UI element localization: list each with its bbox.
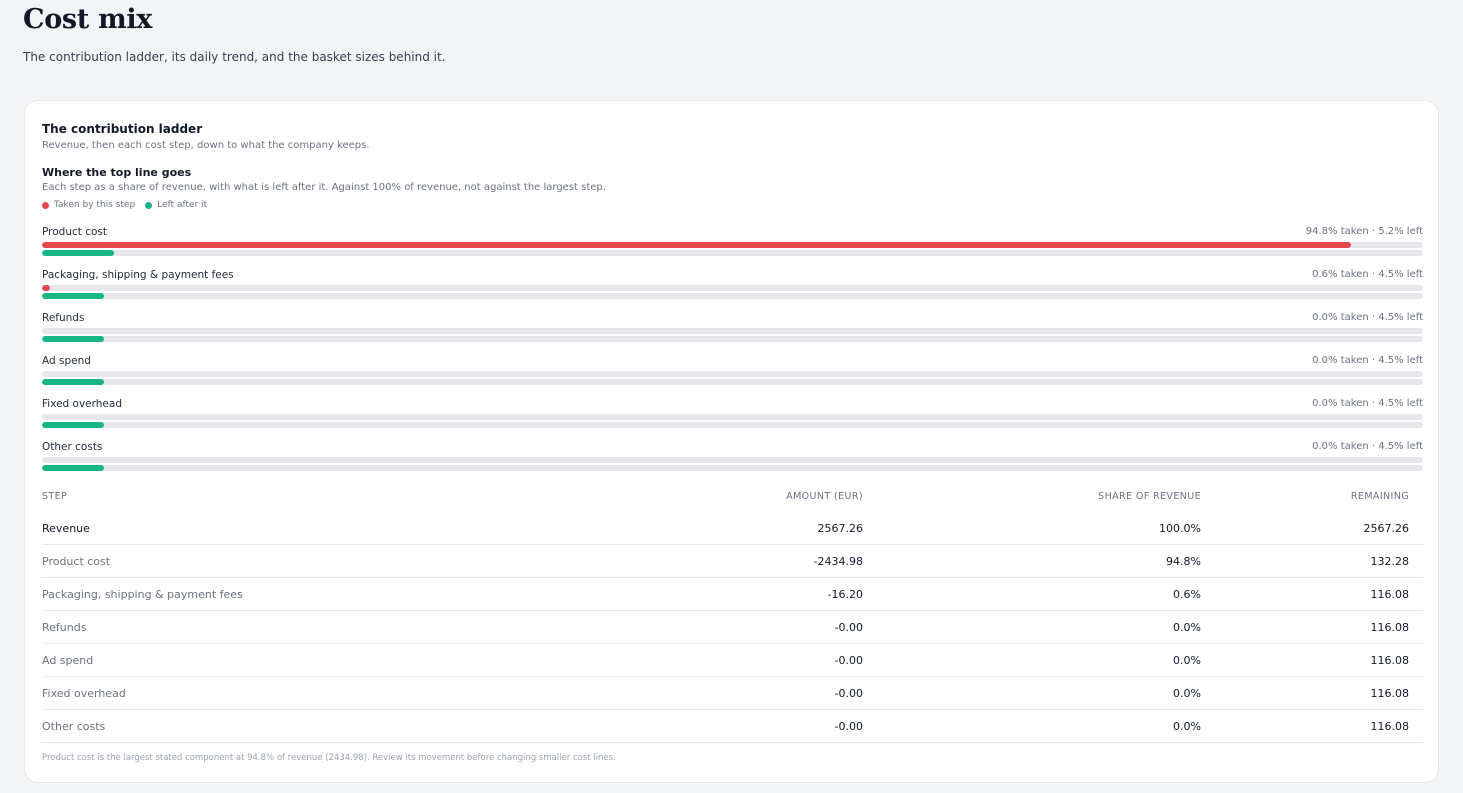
cell-step: Ad spend xyxy=(42,643,533,677)
cell-amount: -0.00 xyxy=(533,643,877,677)
cell-remaining: 116.08 xyxy=(1215,577,1423,611)
ladder-summary: 0.6% taken · 4.5% left xyxy=(1312,269,1423,280)
table-row: Refunds -0.00 0.0% 116.08 xyxy=(42,610,1423,644)
table-body: Revenue 2567.26 100.0% 2567.26 Product cost -… xyxy=(42,512,1423,743)
left-bar xyxy=(42,422,105,428)
taken-dot-icon xyxy=(42,201,49,209)
cell-step: Fixed overhead xyxy=(42,676,533,710)
ladder-summary: 0.0% taken · 4.5% left xyxy=(1312,398,1423,409)
header-share: SHARE OF REVENUE xyxy=(1098,491,1201,502)
card-subtitle: Revenue, then each cost step, down to wh… xyxy=(42,140,370,151)
table-row: Product cost -2434.98 94.8% 132.28 xyxy=(42,544,1423,578)
footnote: Product cost is the largest stated compo… xyxy=(42,753,616,763)
section-subtitle: Each step as a share of revenue, with wh… xyxy=(42,182,606,193)
table-row: Ad spend -0.00 0.0% 116.08 xyxy=(42,643,1423,677)
cell-amount: -0.00 xyxy=(533,676,877,710)
taken-bar xyxy=(42,242,1352,248)
taken-track xyxy=(42,371,1423,377)
page: Cost mix The contribution ladder, its da… xyxy=(0,0,1463,793)
left-track xyxy=(42,379,1423,385)
table-row: Revenue 2567.26 100.0% 2567.26 xyxy=(42,512,1423,545)
taken-track xyxy=(42,285,1423,291)
left-bar xyxy=(42,379,105,385)
cell-step: Refunds xyxy=(42,610,533,644)
left-track xyxy=(42,465,1423,471)
page-title: Cost mix xyxy=(23,4,153,35)
cell-share: 94.8% xyxy=(877,544,1215,578)
ladder-row: Product cost 94.8% taken · 5.2% left xyxy=(42,225,1423,268)
cell-share: 0.0% xyxy=(877,643,1215,677)
left-track xyxy=(42,422,1423,428)
table-header-row: STEP AMOUNT (EUR) SHARE OF REVENUE REMAI… xyxy=(42,481,1423,512)
cell-share: 100.0% xyxy=(877,512,1215,545)
cell-remaining: 116.08 xyxy=(1215,709,1423,743)
cell-amount: -2434.98 xyxy=(533,544,877,578)
cell-step: Product cost xyxy=(42,544,533,578)
ladder-label: Ad spend xyxy=(42,355,91,367)
left-bar xyxy=(42,250,114,256)
legend: Taken by this step Left after it xyxy=(42,200,207,210)
cell-step: Revenue xyxy=(42,512,533,545)
cell-remaining: 132.28 xyxy=(1215,544,1423,578)
cell-remaining: 116.08 xyxy=(1215,643,1423,677)
ladder-row: Packaging, shipping & payment fees 0.6% t… xyxy=(42,268,1423,311)
legend-item-left: Left after it xyxy=(145,200,207,210)
cell-amount: -0.00 xyxy=(533,610,877,644)
cell-amount: -16.20 xyxy=(533,577,877,611)
ladder-label: Product cost xyxy=(42,226,107,238)
ladder-row: Other costs 0.0% taken · 4.5% left xyxy=(42,440,1423,483)
cell-step: Other costs xyxy=(42,709,533,743)
ladder-label: Fixed overhead xyxy=(42,398,122,410)
cell-amount: 2567.26 xyxy=(533,512,877,545)
header-remaining: REMAINING xyxy=(1350,491,1409,502)
ladder-label: Other costs xyxy=(42,441,103,453)
left-track xyxy=(42,250,1423,256)
left-track xyxy=(42,293,1423,299)
ladder-row: Ad spend 0.0% taken · 4.5% left xyxy=(42,354,1423,397)
section-title: Where the top line goes xyxy=(42,166,192,179)
cell-share: 0.0% xyxy=(877,610,1215,644)
taken-track xyxy=(42,242,1423,248)
cell-remaining: 116.08 xyxy=(1215,676,1423,710)
ladder-summary: 0.0% taken · 4.5% left xyxy=(1312,441,1423,452)
table-row: Fixed overhead -0.00 0.0% 116.08 xyxy=(42,676,1423,710)
cell-share: 0.0% xyxy=(877,676,1215,710)
taken-bar xyxy=(42,285,51,291)
cell-step: Packaging, shipping & payment fees xyxy=(42,577,533,611)
header-step: STEP xyxy=(42,491,68,502)
page-subtitle: The contribution ladder, its daily trend… xyxy=(23,50,446,64)
table-row: Other costs -0.00 0.0% 116.08 xyxy=(42,709,1423,743)
table-row: Packaging, shipping & payment fees -16.20… xyxy=(42,577,1423,611)
left-bar xyxy=(42,465,105,471)
ladder-bars: Product cost 94.8% taken · 5.2% left Packa… xyxy=(42,225,1423,483)
ladder-summary: 94.8% taken · 5.2% left xyxy=(1305,226,1423,237)
left-bar xyxy=(42,293,105,299)
ladder-summary: 0.0% taken · 4.5% left xyxy=(1312,355,1423,366)
cell-remaining: 2567.26 xyxy=(1215,512,1423,545)
ladder-label: Packaging, shipping & payment fees xyxy=(42,269,234,281)
cell-share: 0.0% xyxy=(877,709,1215,743)
left-track xyxy=(42,336,1423,342)
legend-left-label: Left after it xyxy=(157,200,208,210)
left-bar xyxy=(42,336,105,342)
ladder-row: Refunds 0.0% taken · 4.5% left xyxy=(42,311,1423,354)
steps-table: STEP AMOUNT (EUR) SHARE OF REVENUE REMAI… xyxy=(42,481,1423,743)
ladder-summary: 0.0% taken · 4.5% left xyxy=(1312,312,1423,323)
cell-amount: -0.00 xyxy=(533,709,877,743)
taken-track xyxy=(42,457,1423,463)
taken-track xyxy=(42,414,1423,420)
ladder-label: Refunds xyxy=(42,312,85,324)
cell-remaining: 116.08 xyxy=(1215,610,1423,644)
header-amount: AMOUNT (EUR) xyxy=(786,491,863,502)
left-dot-icon xyxy=(145,201,153,209)
ladder-row: Fixed overhead 0.0% taken · 4.5% left xyxy=(42,397,1423,440)
legend-taken-label: Taken by this step xyxy=(54,200,136,210)
taken-track xyxy=(42,328,1423,334)
contribution-ladder-card: The contribution ladder Revenue, then ea… xyxy=(24,100,1439,783)
card-title: The contribution ladder xyxy=(42,122,203,136)
cell-share: 0.6% xyxy=(877,577,1215,611)
legend-item-taken: Taken by this step xyxy=(42,200,135,210)
